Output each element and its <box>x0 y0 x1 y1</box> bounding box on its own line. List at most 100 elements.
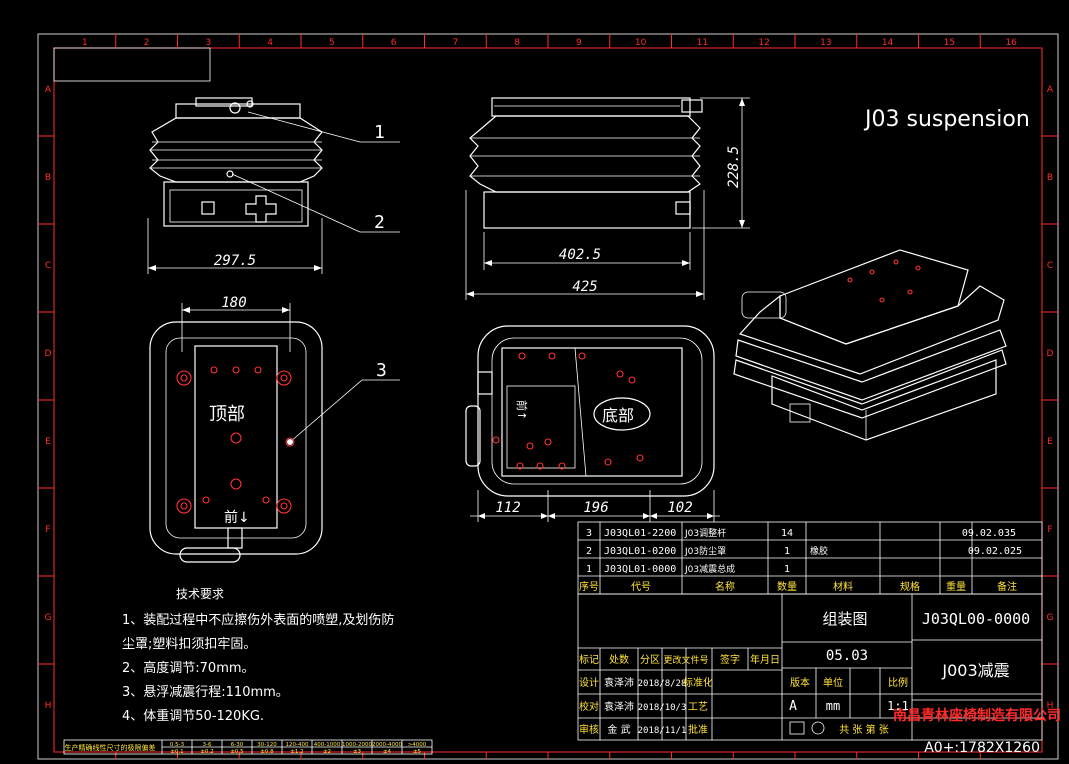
bom-header-name: 名称 <box>715 580 735 593</box>
bom-header-remark: 备注 <box>997 580 1017 593</box>
role-approve: 批准 <box>688 723 708 736</box>
row-label: F <box>1047 525 1052 535</box>
company-name: 南昌青林座椅制造有限公司 <box>893 707 1061 724</box>
tech-line-4: 3、悬浮减震行程:110mm。 <box>122 685 289 700</box>
tech-line-3: 2、高度调节:70mm。 <box>122 660 255 676</box>
dim-front-width: 297.5 <box>214 253 256 269</box>
bom-row-3-note: 09.02.035 <box>962 528 1016 539</box>
bom-row-3-seq: 3 <box>586 528 592 539</box>
part-name: J003减震 <box>941 661 1009 680</box>
row-label: B <box>45 173 51 183</box>
role-design: 设计 <box>579 676 599 689</box>
tolerance-value: ±3 <box>353 749 362 755</box>
row-label: B <box>1047 173 1053 183</box>
overlay-title: J03 suspension <box>863 107 1030 132</box>
role-process: 工艺 <box>688 701 708 713</box>
bom-row-3-qty: 14 <box>781 528 793 539</box>
bom-header-weight: 重量 <box>946 580 966 593</box>
tolerance-range: 1000-2000 <box>342 742 372 748</box>
cad-drawing-canvas[interactable]: 1 2 3 4 5 6 7 8 9 10 11 12 13 14 15 16 A AB BC CD DE EF FG GH H… <box>0 0 1069 764</box>
bom-header-seq: 序号 <box>579 580 599 593</box>
rev-header-date: 年月日 <box>750 653 780 666</box>
col-label: 7 <box>453 38 459 48</box>
tolerance-range: 400-1000 <box>314 742 341 748</box>
row-label: C <box>1047 261 1053 271</box>
stage-header-version: 版本 <box>790 676 810 689</box>
col-label: 13 <box>820 38 831 48</box>
tolerance-range: 30-120 <box>257 742 277 748</box>
top-view-front-arrow: 前↓ <box>224 509 250 526</box>
sheet-count: 共 张 第 张 <box>839 723 889 736</box>
name-review: 金 武 <box>607 723 630 736</box>
rev-header-zone: 分区 <box>640 654 660 666</box>
row-label: D <box>45 349 52 359</box>
col-label: 15 <box>944 38 955 48</box>
tolerance-range: 3-6 <box>203 742 212 748</box>
bom-row-2-qty: 1 <box>784 546 790 557</box>
col-label: 5 <box>329 38 335 48</box>
col-label: 4 <box>267 38 273 48</box>
col-label: 9 <box>576 38 582 48</box>
bottom-view-label: 底部 <box>602 406 634 425</box>
row-label: F <box>45 525 50 535</box>
tolerance-value: ±0.8 <box>260 749 274 755</box>
tolerance-range: 6-30 <box>231 742 244 748</box>
tolerance-range: 120-400 <box>286 742 309 748</box>
dim-bottom-c: 102 <box>667 500 692 516</box>
title-block: 组装图 J03QL00-0000 05.03 J003减震 南昌青林座椅制造有限… <box>577 593 1061 756</box>
bom-row-1-qty: 1 <box>784 564 790 575</box>
rev-header-count: 处数 <box>609 653 629 666</box>
row-label: A <box>45 85 52 95</box>
paper-size: A0+:1782X1260 <box>924 740 1040 756</box>
bom-row-1-name: J03减震总成 <box>684 563 735 575</box>
bom-table: 3 J03QL01-2200 J03调整杆 14 09.02.035 2 J03… <box>577 521 1043 595</box>
role-standard: 标准化 <box>683 676 713 689</box>
tolerance-cells: 0.5-3±0.1 3-6±0.2 6-30±0.5 30-120±0.8 120-40… <box>170 740 427 755</box>
row-label: C <box>45 261 51 271</box>
col-label: 8 <box>514 38 520 48</box>
name-design: 袁泽沛 <box>604 676 634 689</box>
drawing-type: 组装图 <box>822 610 867 628</box>
bom-row-2-code: J03QL01-0200 <box>604 546 676 557</box>
stage-value-version: A <box>789 699 797 714</box>
drawing-number: J03QL00-0000 <box>922 610 1030 628</box>
tolerance-value: ±2 <box>323 749 331 755</box>
col-label: 1 <box>82 38 88 48</box>
tolerance-label: 生产精确线性尺寸的极限偏差 <box>65 743 156 752</box>
bom-row-2-seq: 2 <box>586 546 592 557</box>
col-label: 16 <box>1005 38 1017 48</box>
projection-symbol-circle <box>811 721 825 735</box>
tolerance-value: ±4 <box>383 749 392 755</box>
row-label: A <box>1047 85 1054 95</box>
isometric-view <box>733 249 1007 441</box>
tech-line-5: 4、体重调节50-120KG. <box>122 708 264 724</box>
tolerance-value: ±1.2 <box>290 749 303 755</box>
rev-header-sign: 签字 <box>720 653 740 666</box>
tolerance-value: ±0.1 <box>170 749 183 755</box>
col-label: 2 <box>144 38 150 48</box>
rev-header-mark: 标记 <box>579 654 599 666</box>
dim-height: 228.5 <box>726 146 742 188</box>
tech-heading: 技术要求 <box>176 587 224 601</box>
balloon-3: 3 <box>376 360 387 381</box>
tech-requirements: 技术要求 1、装配过程中不应擦伤外表面的喷塑,及划伤防 尘罩;塑料扣须扣牢固。 … <box>122 587 394 724</box>
bom-row-3-code: J03QL01-2200 <box>604 528 676 539</box>
role-review: 审核 <box>579 723 599 736</box>
tolerance-range: 2000-4000 <box>372 742 402 748</box>
stage-value-scale: 1:1 <box>887 699 909 713</box>
balloon-2: 2 <box>374 212 385 233</box>
col-label: 14 <box>882 38 894 48</box>
tolerance-strip: 生产精确线性尺寸的极限偏差 0.5-3±0.1 3-6±0.2 6-30±0.5 30… <box>63 739 433 755</box>
bom-row-2-name: J03防尘罩 <box>684 545 726 557</box>
dim-bottom-a: 112 <box>495 500 520 516</box>
front-view: 297.5 <box>147 97 323 274</box>
tolerance-value: ±0.5 <box>230 749 244 755</box>
col-label: 6 <box>391 38 397 48</box>
row-label: E <box>1047 437 1053 447</box>
tolerance-range: >4000 <box>408 742 427 748</box>
tech-line-1: 1、装配过程中不应擦伤外表面的喷塑,及划伤防 <box>122 612 394 628</box>
stage-header-scale: 比例 <box>888 676 908 689</box>
tolerance-value: ±0.2 <box>200 749 213 755</box>
row-label: G <box>45 613 52 623</box>
date-check: 2018/10/3 <box>638 703 687 713</box>
